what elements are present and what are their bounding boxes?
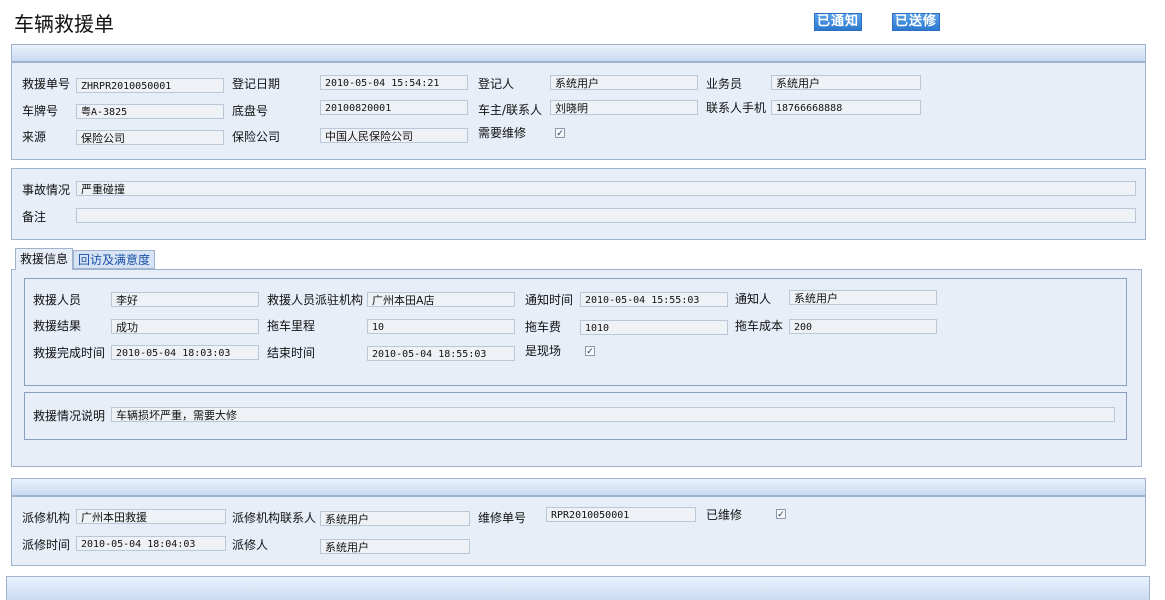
dispatch-panel: 派修机构 广州本田救援 派修机构联系人 系统用户 维修单号 RPR2010050… — [11, 496, 1146, 566]
chassis-field[interactable]: 20100820001 — [320, 100, 468, 115]
dispatch-time-field[interactable]: 2010-05-04 18:04:03 — [76, 536, 226, 551]
on-site-label: 是现场 — [525, 344, 562, 358]
dispatch-time-label: 派修时间 — [22, 538, 71, 552]
dispatch-org-field[interactable]: 广州本田救援 — [76, 509, 226, 524]
tow-fee-label: 拖车费 — [525, 320, 562, 334]
salesman-field[interactable]: 系统用户 — [771, 75, 921, 90]
phone-label: 联系人手机 — [706, 101, 767, 115]
notifier-label: 通知人 — [735, 292, 772, 306]
rescue-description-group: 救援情况说明 车辆损坏严重，需要大修 — [24, 392, 1127, 440]
owner-label: 车主/联系人 — [478, 103, 543, 117]
end-time-field[interactable]: 2010-05-04 18:55:03 — [367, 346, 515, 361]
tow-cost-field[interactable]: 200 — [789, 319, 937, 334]
tow-distance-label: 拖车里程 — [267, 319, 316, 333]
repaired-checkbox[interactable]: ✓ — [776, 509, 786, 520]
result-label: 救援结果 — [33, 319, 82, 333]
dispatch-contact-field[interactable]: 系统用户 — [320, 511, 470, 526]
tow-fee-field[interactable]: 1010 — [580, 320, 728, 335]
insurer-label: 保险公司 — [232, 130, 281, 144]
plate-field[interactable]: 粤A-3825 — [76, 104, 224, 119]
registrar-field[interactable]: 系统用户 — [550, 75, 698, 90]
repaired-label: 已维修 — [706, 508, 743, 522]
basic-section-header — [11, 44, 1146, 62]
reg-date-field[interactable]: 2010-05-04 15:54:21 — [320, 75, 468, 90]
tow-cost-label: 拖车成本 — [735, 319, 784, 333]
finish-time-label: 救援完成时间 — [33, 346, 106, 360]
tab-rescue-info[interactable]: 救援信息 — [15, 248, 74, 270]
rescue-no-field[interactable]: ZHRPR2010050001 — [76, 78, 224, 93]
page-title: 车辆救援单 — [14, 12, 114, 36]
notifier-field[interactable]: 系统用户 — [789, 290, 937, 305]
insurer-field[interactable]: 中国人民保险公司 — [320, 128, 468, 143]
org-label: 救援人员派驻机构 — [267, 293, 364, 307]
end-time-label: 结束时间 — [267, 346, 316, 360]
sent-repair-button[interactable]: 已送修 — [892, 13, 941, 31]
accident-panel: 事故情况 严重碰撞 备注 — [11, 168, 1146, 240]
dispatch-org-label: 派修机构 — [22, 511, 71, 525]
rescue-info-tab-panel: 救援人员 李好 救援人员派驻机构 广州本田A店 通知时间 2010-05-04 … — [11, 269, 1142, 467]
on-site-checkbox[interactable]: ✓ — [585, 346, 595, 357]
owner-field[interactable]: 刘晓明 — [550, 100, 698, 115]
org-field[interactable]: 广州本田A店 — [367, 292, 515, 307]
salesman-label: 业务员 — [706, 77, 743, 91]
basic-info-panel: 救援单号 ZHRPR2010050001 登记日期 2010-05-04 15:… — [11, 62, 1146, 160]
notified-button[interactable]: 已通知 — [814, 13, 863, 31]
registrar-label: 登记人 — [478, 77, 515, 91]
repair-no-label: 维修单号 — [478, 511, 527, 525]
source-field[interactable]: 保险公司 — [76, 130, 224, 145]
desc-field[interactable]: 车辆损坏严重，需要大修 — [111, 407, 1115, 422]
repair-no-field[interactable]: RPR2010050001 — [546, 507, 696, 522]
dispatch-contact-label: 派修机构联系人 — [232, 511, 317, 525]
bottom-bar — [6, 576, 1150, 600]
need-repair-checkbox[interactable]: ✓ — [555, 128, 565, 139]
result-field[interactable]: 成功 — [111, 319, 259, 334]
source-label: 来源 — [22, 130, 47, 144]
staff-field[interactable]: 李好 — [111, 292, 259, 307]
situation-field[interactable]: 严重碰撞 — [76, 181, 1136, 196]
remark-field[interactable] — [76, 208, 1136, 223]
tow-distance-field[interactable]: 10 — [367, 319, 515, 334]
notify-time-label: 通知时间 — [525, 293, 574, 307]
remark-label: 备注 — [22, 210, 47, 224]
staff-label: 救援人员 — [33, 293, 82, 307]
plate-label: 车牌号 — [22, 104, 59, 118]
dispatch-section-header — [11, 478, 1146, 496]
tab-visit-satisfaction[interactable]: 回访及满意度 — [73, 250, 156, 269]
desc-label: 救援情况说明 — [33, 409, 106, 423]
rescue-detail-group: 救援人员 李好 救援人员派驻机构 广州本田A店 通知时间 2010-05-04 … — [24, 278, 1127, 386]
phone-field[interactable]: 18766668888 — [771, 100, 921, 115]
chassis-label: 底盘号 — [232, 104, 269, 118]
finish-time-field[interactable]: 2010-05-04 18:03:03 — [111, 345, 259, 360]
situation-label: 事故情况 — [22, 183, 71, 197]
rescue-no-label: 救援单号 — [22, 77, 71, 91]
dispatch-person-label: 派修人 — [232, 538, 269, 552]
dispatch-person-field[interactable]: 系统用户 — [320, 539, 470, 554]
reg-date-label: 登记日期 — [232, 77, 281, 91]
notify-time-field[interactable]: 2010-05-04 15:55:03 — [580, 292, 728, 307]
need-repair-label: 需要维修 — [478, 126, 527, 140]
